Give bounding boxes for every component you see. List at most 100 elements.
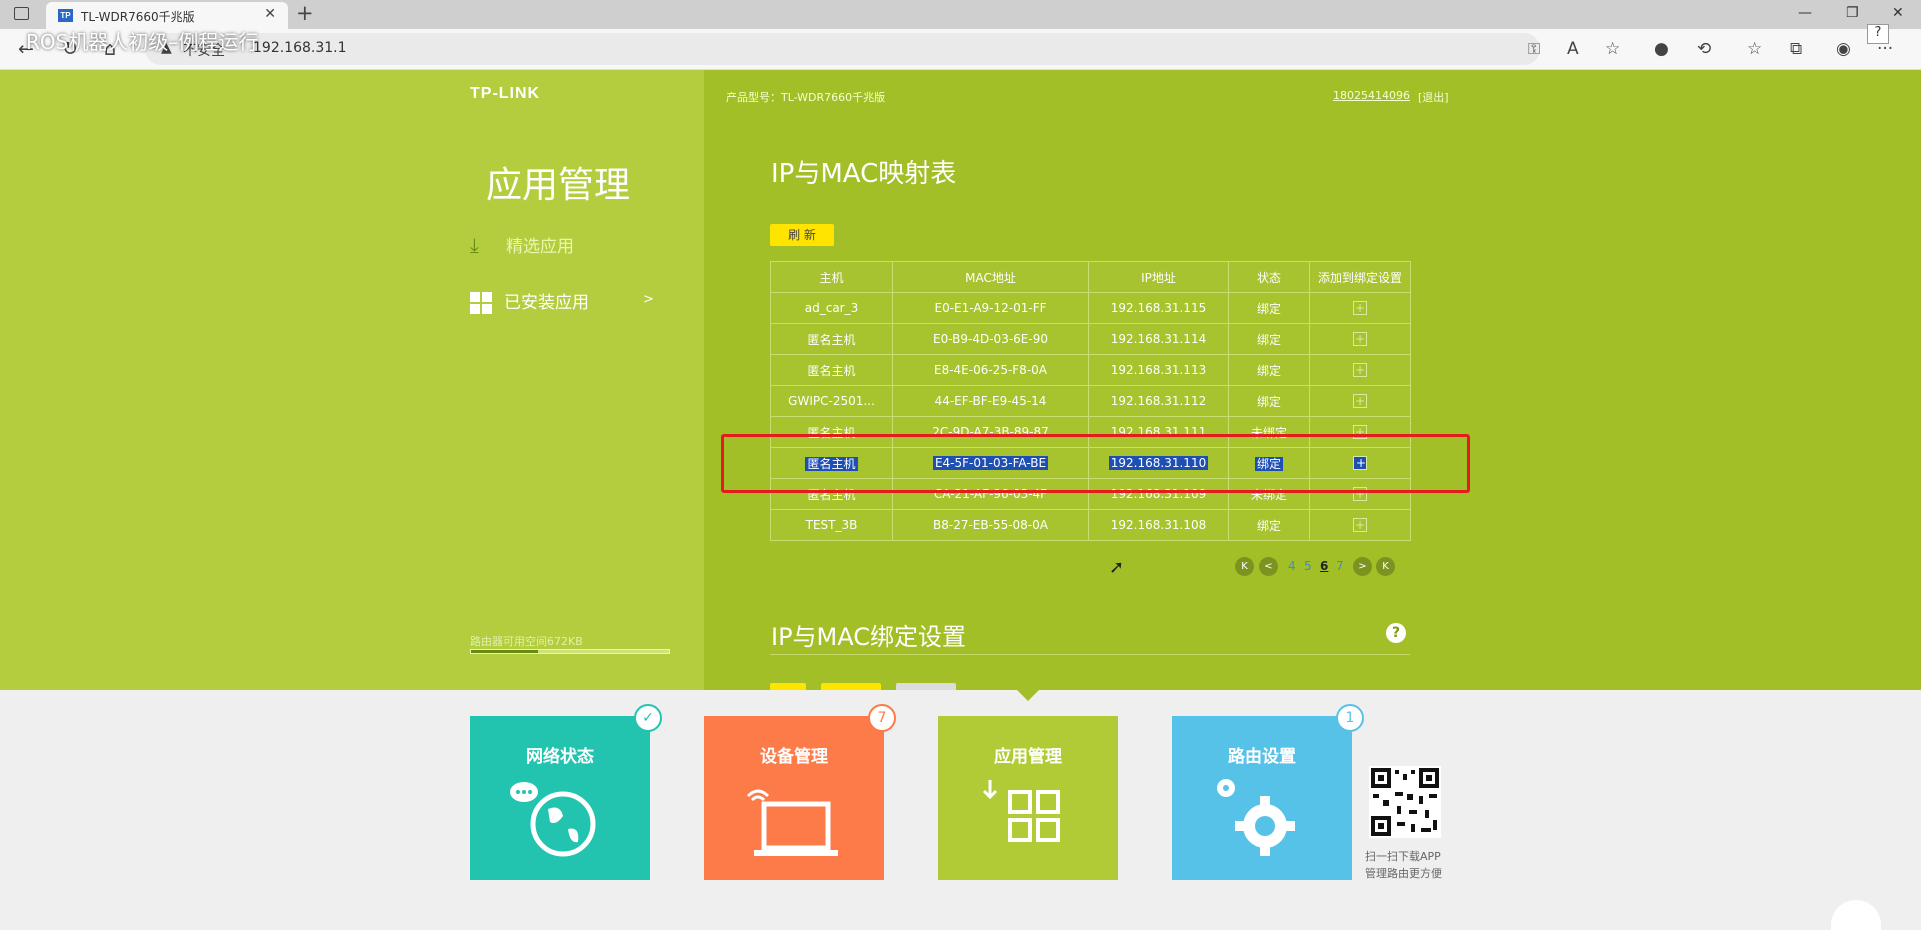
puzzle-icon[interactable]: ⟲	[1697, 39, 1711, 59]
table-row: ad_car_3 E0-E1-A9-12-01-FF 192.168.31.115 绑…	[770, 292, 1411, 324]
mac-cell: E0-B9-4D-03-6E-90	[892, 323, 1089, 355]
cell-text: 绑定	[1256, 363, 1281, 378]
mac-cell: E8-4E-06-25-F8-0A	[892, 354, 1089, 386]
ip-cell: 192.168.31.115	[1088, 292, 1229, 324]
account-link[interactable]: 18025414096	[1333, 89, 1410, 102]
bind-settings-title: IP与MAC绑定设置	[771, 623, 967, 651]
apps-grid-icon	[982, 780, 1060, 842]
map-table-title: IP与MAC映射表	[771, 159, 957, 189]
tile-router-settings[interactable]: 路由设置 1	[1172, 704, 1364, 880]
col-header: 主机	[770, 261, 893, 293]
first-page-button[interactable]: K	[1235, 557, 1254, 576]
table-row: 匿名主机 E0-B9-4D-03-6E-90 192.168.31.114 绑定 +	[770, 323, 1411, 355]
add-icon[interactable]: +	[1353, 394, 1367, 408]
profile-avatar-icon[interactable]: ◉	[1836, 39, 1851, 59]
new-tab-button[interactable]: +	[296, 1, 314, 25]
menu-featured-apps[interactable]: ⤓ 精选应用	[470, 232, 574, 257]
address-bar-row: ← ↻ ⌂ ▲ 不安全 192.168.31.1 ⚿ A ☆ ● ⟲ ☆ ⧉ ◉…	[0, 29, 1921, 70]
col-header: 状态	[1228, 261, 1310, 293]
bind-toolbar-button[interactable]	[896, 683, 956, 690]
ip-cell: 192.168.31.114	[1088, 323, 1229, 355]
add-bind-cell[interactable]: +	[1309, 354, 1411, 386]
ip-cell: 192.168.31.108	[1088, 509, 1229, 541]
restore-icon[interactable]: ❐	[1846, 5, 1859, 21]
section-title: 应用管理	[486, 165, 631, 206]
tab-close-icon[interactable]: ✕	[264, 6, 276, 22]
add-icon[interactable]: +	[1353, 518, 1367, 532]
check-badge-icon: ✓	[634, 704, 662, 732]
add-favorite-icon[interactable]: ☆	[1605, 39, 1620, 59]
bind-toolbar-button[interactable]	[821, 683, 881, 690]
add-icon[interactable]: +	[1353, 301, 1367, 315]
page-link[interactable]: 5	[1304, 559, 1312, 573]
last-page-button[interactable]: K	[1376, 557, 1395, 576]
count-badge: 1	[1336, 704, 1364, 732]
add-bind-cell[interactable]: +	[1309, 385, 1411, 417]
mac-cell: 44-EF-BF-E9-45-14	[892, 385, 1089, 417]
tile-label: 应用管理	[994, 747, 1062, 767]
menu-label: 已安装应用	[504, 293, 589, 313]
browser-tab[interactable]: TP TL-WDR7660千兆版 ✕	[46, 2, 288, 29]
table-row: 匿名主机 E8-4E-06-25-F8-0A 192.168.31.113 绑定 +	[770, 354, 1411, 386]
qr-caption: 扫一扫下载APP 管理路由更方便	[1365, 848, 1442, 882]
logout-link[interactable]: [退出]	[1418, 89, 1449, 105]
cell-text: TEST_3B	[805, 518, 858, 532]
globe-icon	[510, 782, 596, 857]
host-cell: ad_car_3	[770, 292, 893, 324]
extension-icon[interactable]: ●	[1654, 39, 1669, 59]
cell-text: GWIPC-2501...	[788, 394, 875, 408]
collections-icon[interactable]: ⧉	[1790, 39, 1802, 59]
chevron-right-icon: >	[643, 292, 654, 307]
tile-app-management[interactable]: 应用管理	[938, 716, 1118, 880]
cell-text: 绑定	[1256, 518, 1281, 533]
cell-text: E0-E1-A9-12-01-FF	[934, 301, 1047, 315]
next-page-button[interactable]: >	[1353, 557, 1372, 576]
qr-caption-line: 管理路由更方便	[1365, 867, 1442, 880]
tab-actions-icon[interactable]	[14, 7, 29, 20]
prev-page-button[interactable]: <	[1259, 557, 1278, 576]
tab-title: TL-WDR7660千兆版	[81, 10, 195, 24]
menu-installed-apps[interactable]: 已安装应用	[470, 288, 589, 314]
download-icon: ⤓	[470, 233, 479, 257]
cell-text: 匿名主机	[807, 363, 856, 378]
cell-text: 192.168.31.112	[1110, 394, 1207, 408]
tile-label: 设备管理	[760, 747, 828, 767]
table-header-row: 主机 MAC地址 IP地址 状态 添加到绑定设置	[770, 261, 1411, 293]
tile-network-status[interactable]: 网络状态 ✓	[470, 704, 662, 880]
help-icon[interactable]: ?	[1386, 623, 1406, 643]
ip-mac-table: 主机 MAC地址 IP地址 状态 添加到绑定设置 ad_car_3 E0-E1-A…	[770, 261, 1411, 541]
key-icon[interactable]: ⚿	[1528, 39, 1540, 59]
page-link-current[interactable]: 6	[1320, 559, 1328, 573]
add-bind-cell[interactable]: +	[1309, 292, 1411, 324]
minimize-icon[interactable]: —	[1798, 5, 1812, 21]
refresh-button[interactable]: 刷 新	[770, 224, 834, 246]
cell-text: 192.168.31.114	[1110, 332, 1207, 346]
bind-toolbar-button[interactable]	[770, 683, 806, 690]
cell-text: ad_car_3	[804, 301, 859, 315]
url-field[interactable]: ▲ 不安全 192.168.31.1 ⚿	[145, 33, 1540, 65]
video-overlay-title: ROS机器人初级–例程运行	[26, 30, 259, 54]
add-icon[interactable]: +	[1353, 332, 1367, 346]
cell-text: 匿名主机	[807, 332, 856, 347]
cell-text: 44-EF-BF-E9-45-14	[934, 394, 1047, 408]
mouse-cursor-icon: ➚	[1109, 557, 1125, 578]
window-close-icon[interactable]: ✕	[1892, 5, 1904, 21]
cell-text: 192.168.31.115	[1110, 301, 1207, 315]
favorites-icon[interactable]: ☆	[1747, 39, 1762, 59]
host-cell: 匿名主机	[770, 354, 893, 386]
add-bind-cell[interactable]: +	[1309, 323, 1411, 355]
read-aloud-icon[interactable]: A	[1567, 39, 1579, 59]
help-icon[interactable]: ?	[1867, 24, 1889, 44]
add-icon[interactable]: +	[1353, 363, 1367, 377]
page-link[interactable]: 7	[1336, 559, 1344, 573]
cell-text: B8-27-EB-55-08-0A	[933, 518, 1048, 532]
tile-device-management[interactable]: 设备管理 7	[704, 704, 896, 880]
add-bind-cell[interactable]: +	[1309, 509, 1411, 541]
qr-caption-line: 扫一扫下载APP	[1365, 850, 1441, 863]
cell-text: 绑定	[1256, 332, 1281, 347]
browser-tab-bar: TP TL-WDR7660千兆版 ✕ + — ❐ ✕	[0, 0, 1921, 29]
page-link[interactable]: 4	[1288, 559, 1296, 573]
storage-fill	[471, 650, 539, 653]
cell-text: E0-B9-4D-03-6E-90	[933, 332, 1048, 346]
status-cell: 绑定	[1228, 385, 1310, 417]
